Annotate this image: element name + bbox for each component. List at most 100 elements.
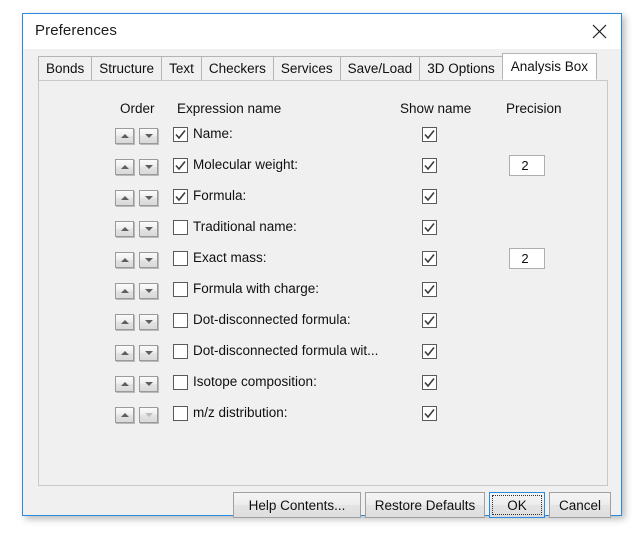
triangle-up-icon (121, 227, 129, 231)
move-down-button[interactable] (139, 283, 158, 299)
expression-label: Name: (193, 126, 233, 141)
triangle-up-icon (121, 382, 129, 386)
tab-3d-options[interactable]: 3D Options (419, 56, 503, 80)
restore-defaults-button[interactable]: Restore Defaults (365, 492, 485, 518)
expression-label: Formula: (193, 188, 246, 203)
analysis-box-panel: Order Expression name Show name Precisio… (38, 80, 608, 486)
move-down-button[interactable] (139, 190, 158, 206)
ok-button[interactable]: OK (489, 492, 545, 518)
move-up-button[interactable] (115, 345, 134, 361)
preferences-dialog: Preferences BondsStructureTextCheckersSe… (22, 13, 622, 516)
tab-text[interactable]: Text (161, 56, 202, 80)
tab-strip: BondsStructureTextCheckersServicesSave/L… (38, 54, 596, 80)
move-up-button[interactable] (115, 221, 134, 237)
show-name-checkbox[interactable] (422, 189, 437, 204)
move-up-button[interactable] (115, 252, 134, 268)
expression-row: Traditional name: (39, 214, 607, 245)
move-down-button[interactable] (139, 314, 158, 330)
close-icon[interactable] (577, 14, 621, 48)
cancel-button[interactable]: Cancel (549, 492, 611, 518)
move-down-button[interactable] (139, 252, 158, 268)
expression-label: Isotope composition: (193, 374, 317, 389)
move-down-button[interactable] (139, 376, 158, 392)
tab-checkers[interactable]: Checkers (201, 56, 274, 80)
expression-enabled-checkbox[interactable] (173, 251, 188, 266)
tab-save-load[interactable]: Save/Load (340, 56, 421, 80)
title-bar: Preferences (23, 14, 621, 49)
expression-row: Molecular weight: (39, 152, 607, 183)
move-up-button[interactable] (115, 190, 134, 206)
triangle-down-icon (145, 382, 153, 386)
show-name-checkbox[interactable] (422, 127, 437, 142)
show-name-checkbox[interactable] (422, 158, 437, 173)
triangle-down-icon (145, 351, 153, 355)
column-header-expression-name: Expression name (177, 101, 281, 116)
expression-row: Dot-disconnected formula: (39, 307, 607, 338)
tab-services[interactable]: Services (273, 56, 341, 80)
tab-analysis-box[interactable]: Analysis Box (502, 53, 597, 80)
expression-enabled-checkbox[interactable] (173, 375, 188, 390)
move-up-button[interactable] (115, 314, 134, 330)
move-down-button[interactable] (139, 221, 158, 237)
move-up-button[interactable] (115, 159, 134, 175)
expression-row: m/z distribution: (39, 400, 607, 431)
show-name-checkbox[interactable] (422, 220, 437, 235)
expression-enabled-checkbox[interactable] (173, 344, 188, 359)
move-down-button[interactable] (139, 159, 158, 175)
expression-label: Exact mass: (193, 250, 267, 265)
expression-label: Formula with charge: (193, 281, 319, 296)
tab-bonds[interactable]: Bonds (38, 56, 92, 80)
triangle-up-icon (121, 196, 129, 200)
triangle-up-icon (121, 320, 129, 324)
triangle-up-icon (121, 165, 129, 169)
triangle-down-icon (145, 413, 153, 417)
triangle-down-icon (145, 289, 153, 293)
triangle-up-icon (121, 258, 129, 262)
expression-row: Exact mass: (39, 245, 607, 276)
window-title: Preferences (35, 22, 117, 39)
column-header-order: Order (120, 101, 155, 116)
move-up-button[interactable] (115, 128, 134, 144)
expression-enabled-checkbox[interactable] (173, 158, 188, 173)
triangle-up-icon (121, 134, 129, 138)
expression-label: m/z distribution: (193, 405, 288, 420)
move-up-button[interactable] (115, 283, 134, 299)
tab-structure[interactable]: Structure (91, 56, 162, 80)
expression-row: Name: (39, 121, 607, 152)
ok-button-label: OK (507, 498, 527, 513)
precision-input[interactable] (509, 155, 545, 176)
dialog-button-bar: Help Contents... Restore Defaults OK Can… (23, 492, 621, 522)
expression-enabled-checkbox[interactable] (173, 406, 188, 421)
expression-enabled-checkbox[interactable] (173, 127, 188, 142)
expression-row: Dot-disconnected formula wit... (39, 338, 607, 369)
show-name-checkbox[interactable] (422, 375, 437, 390)
move-up-button[interactable] (115, 376, 134, 392)
help-contents-button[interactable]: Help Contents... (233, 492, 361, 518)
show-name-checkbox[interactable] (422, 251, 437, 266)
show-name-checkbox[interactable] (422, 406, 437, 421)
expression-label: Molecular weight: (193, 157, 298, 172)
triangle-down-icon (145, 134, 153, 138)
expression-row: Isotope composition: (39, 369, 607, 400)
expression-enabled-checkbox[interactable] (173, 220, 188, 235)
move-down-button[interactable] (139, 128, 158, 144)
column-header-show-name: Show name (400, 101, 471, 116)
expression-label: Dot-disconnected formula: (193, 312, 351, 327)
show-name-checkbox[interactable] (422, 344, 437, 359)
expression-enabled-checkbox[interactable] (173, 282, 188, 297)
show-name-checkbox[interactable] (422, 313, 437, 328)
triangle-down-icon (145, 227, 153, 231)
expression-label: Traditional name: (193, 219, 297, 234)
expression-label: Dot-disconnected formula wit... (193, 343, 378, 358)
expression-row: Formula: (39, 183, 607, 214)
move-down-button[interactable] (139, 345, 158, 361)
screen: Preferences BondsStructureTextCheckersSe… (0, 0, 644, 543)
expression-enabled-checkbox[interactable] (173, 313, 188, 328)
triangle-down-icon (145, 196, 153, 200)
triangle-down-icon (145, 165, 153, 169)
show-name-checkbox[interactable] (422, 282, 437, 297)
precision-input[interactable] (509, 248, 545, 269)
expression-enabled-checkbox[interactable] (173, 189, 188, 204)
move-down-button (139, 407, 158, 423)
move-up-button[interactable] (115, 407, 134, 423)
